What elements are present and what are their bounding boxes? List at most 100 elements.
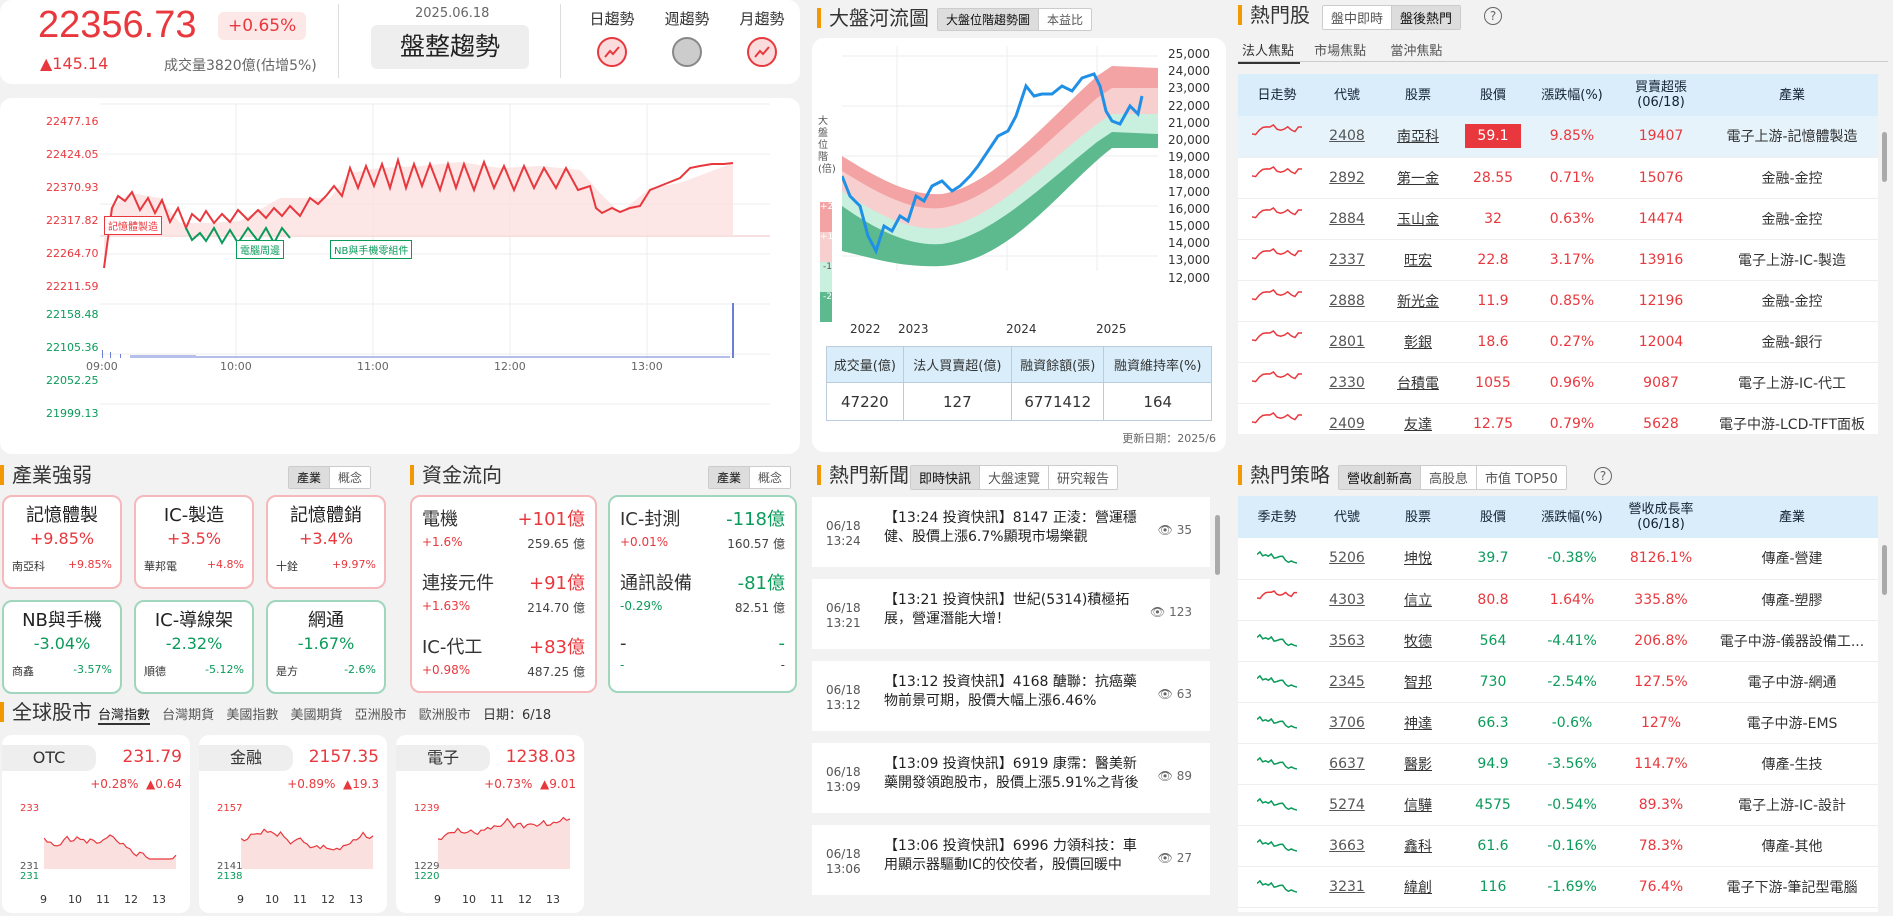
tab-news-flash[interactable]: 即時快訊 <box>911 466 980 489</box>
stock-code[interactable]: 2409 <box>1316 403 1378 434</box>
table-row[interactable]: 2408 南亞科 59.1 9.85% 19407 電子上游-記憶體製造 <box>1238 116 1878 158</box>
table-row[interactable]: 2884 玉山金 32 0.63% 14474 金融-金控 <box>1238 198 1878 240</box>
table-row[interactable]: 2892 第一金 28.55 0.71% 15076 金融-金控 <box>1238 157 1878 199</box>
col-header-sortable[interactable]: 營收成長率 (06/18) <box>1616 496 1706 538</box>
subtab-institutional[interactable]: 法人焦點 <box>1238 40 1301 64</box>
stock-name[interactable]: 醫影 <box>1378 743 1458 785</box>
industry-card[interactable]: 記憶體製 +9.85% 南亞科 +9.85% <box>2 495 122 589</box>
tab-tw-index[interactable]: 台灣指數 <box>98 708 151 725</box>
news-item[interactable]: 06/18 13:06 【13:06 投資快訊】6996 力領科技：車用顯示器驅動… <box>812 825 1210 895</box>
tab-industry[interactable]: 產業 <box>709 467 750 488</box>
flow-item[interactable]: 電機 +101億 +1.6% 259.65 億 <box>422 505 585 569</box>
stock-name[interactable]: 南亞科 <box>1378 116 1458 158</box>
stock-name[interactable]: 信驊 <box>1378 784 1458 826</box>
strategy-scrollbar[interactable] <box>1882 545 1887 595</box>
table-row[interactable]: 6637 醫影 94.9 -3.56% 114.7% 傳產-生技 <box>1238 743 1878 785</box>
stock-name[interactable]: 第一金 <box>1378 157 1458 199</box>
stock-code[interactable]: 3231 <box>1316 866 1378 908</box>
table-row[interactable]: 2801 彰銀 18.6 0.27% 12004 金融-銀行 <box>1238 321 1878 363</box>
subtab-daytrade[interactable]: 當沖焦點 <box>1380 40 1452 59</box>
news-item[interactable]: 06/18 13:21 【13:21 投資快訊】世紀(5314)積極拓展，營運潛能… <box>812 579 1210 649</box>
trend-tab-week[interactable]: 週趨勢 <box>657 8 717 67</box>
stock-name[interactable]: 緯創 <box>1378 866 1458 908</box>
stock-code[interactable]: 6637 <box>1316 743 1378 785</box>
trend-tab-day[interactable]: 日趨勢 <box>582 8 642 67</box>
stock-code[interactable]: 3706 <box>1316 702 1378 744</box>
tab-europe[interactable]: 歐洲股市 <box>419 708 471 723</box>
stock-code[interactable]: 2330 <box>1316 362 1378 404</box>
table-row[interactable]: 3663 鑫科 61.6 -0.16% 78.3% 傳產-其他 <box>1238 825 1878 867</box>
stock-name[interactable]: 坤悅 <box>1378 538 1458 580</box>
table-row[interactable]: 5274 信驊 4575 -0.54% 89.3% 電子上游-IC-設計 <box>1238 784 1878 826</box>
tab-river-trend[interactable]: 大盤位階趨勢圖 <box>938 9 1039 30</box>
stock-code[interactable]: 2408 <box>1316 116 1378 158</box>
stock-name[interactable]: 友達 <box>1378 403 1458 434</box>
industry-card[interactable]: 記憶體銷 +3.4% 十銓 +9.97% <box>266 495 386 589</box>
tab-news-research[interactable]: 研究報告 <box>1048 466 1118 489</box>
stock-code[interactable]: 2337 <box>1316 239 1378 281</box>
stock-code[interactable]: 2801 <box>1316 321 1378 363</box>
news-item[interactable]: 06/18 13:09 【13:09 投資快訊】6919 康霈：醫美新藥開發領跑股… <box>812 743 1210 813</box>
table-row[interactable]: 5206 坤悅 39.7 -0.38% 8126.1% 傳產-營建 <box>1238 538 1878 580</box>
flow-item[interactable]: 連接元件 +91億 +1.63% 214.70 億 <box>422 569 585 633</box>
global-index-card[interactable]: 金融 2157.35 +0.89% ▲19.3 2157 2141 2138 9 1… <box>199 735 387 913</box>
news-headline[interactable]: 【13:12 投資快訊】4168 醣聯：抗癌藥物前景可期，股價大幅上漲6.46% <box>884 673 1144 711</box>
table-row[interactable]: 4303 信立 80.8 1.64% 335.8% 傳產-塑膠 <box>1238 579 1878 621</box>
stock-code[interactable]: 2888 <box>1316 280 1378 322</box>
stock-name[interactable]: 台積電 <box>1378 362 1458 404</box>
stock-name[interactable]: 彰銀 <box>1378 321 1458 363</box>
flow-item[interactable]: IC-代工 +83億 +0.98% 487.25 億 <box>422 633 585 697</box>
stock-name[interactable]: 信立 <box>1378 579 1458 621</box>
industry-card[interactable]: NB與手機 -3.04% 商鑫 -3.57% <box>2 600 122 694</box>
industry-card[interactable]: 網通 -1.67% 是方 -2.6% <box>266 600 386 694</box>
stock-name[interactable]: 鑫科 <box>1378 825 1458 867</box>
tab-concept[interactable]: 概念 <box>749 467 791 488</box>
hot-scrollbar[interactable] <box>1882 132 1887 182</box>
stock-name[interactable]: 旺宏 <box>1378 239 1458 281</box>
stock-name[interactable]: 牧德 <box>1378 620 1458 662</box>
tab-concept[interactable]: 概念 <box>329 467 371 488</box>
tab-top50[interactable]: 市值 TOP50 <box>1476 466 1566 489</box>
annotation-computer[interactable]: 電腦周邊 <box>236 240 284 259</box>
news-item[interactable]: 06/18 13:12 【13:12 投資快訊】4168 醣聯：抗癌藥物前景可期，… <box>812 661 1210 731</box>
flow-item[interactable]: -- -- <box>620 633 785 697</box>
subtab-market[interactable]: 市場焦點 <box>1304 40 1376 59</box>
tab-hot-after[interactable]: 盤後熱門 <box>1391 6 1461 29</box>
tab-high-dividend[interactable]: 高股息 <box>1420 466 1477 489</box>
table-row[interactable]: 3231 緯創 116 -1.69% 76.4% 電子下游-筆記型電腦 <box>1238 866 1878 908</box>
stock-code[interactable]: 2345 <box>1316 661 1378 703</box>
stock-code[interactable]: 2892 <box>1316 157 1378 199</box>
news-scrollbar[interactable] <box>1215 515 1220 575</box>
industry-card[interactable]: IC-製造 +3.5% 華邦電 +4.8% <box>134 495 254 589</box>
stock-code[interactable]: 5206 <box>1316 538 1378 580</box>
flow-item[interactable]: 通訊設備 -81億 -0.29% 82.51 億 <box>620 569 785 633</box>
flow-item[interactable]: IC-封測 -118億 +0.01% 160.57 億 <box>620 505 785 569</box>
tab-us-index[interactable]: 美國指數 <box>226 708 278 723</box>
stock-name[interactable]: 神達 <box>1378 702 1458 744</box>
table-row[interactable]: 3706 神達 66.3 -0.6% 127% 電子中游-EMS <box>1238 702 1878 744</box>
stock-name[interactable]: 玉山金 <box>1378 198 1458 240</box>
tab-news-market[interactable]: 大盤速覽 <box>979 466 1049 489</box>
table-row[interactable]: 3563 牧德 564 -4.41% 206.8% 電子中游-儀器設備工... <box>1238 620 1878 662</box>
stock-code[interactable]: 5274 <box>1316 784 1378 826</box>
stock-code[interactable]: 2884 <box>1316 198 1378 240</box>
help-icon[interactable]: ? <box>1484 7 1502 25</box>
annotation-nb[interactable]: NB與手機零組件 <box>330 240 413 259</box>
industry-card[interactable]: IC-導線架 -2.32% 順德 -5.12% <box>134 600 254 694</box>
annotation-memory[interactable]: 記憶體製造 <box>104 216 162 235</box>
trend-tab-month[interactable]: 月趨勢 <box>732 8 792 67</box>
tab-industry[interactable]: 產業 <box>289 467 330 488</box>
tab-us-futures[interactable]: 美國期貨 <box>290 708 342 723</box>
global-index-card[interactable]: OTC 231.79 +0.28% ▲0.64 233 231 231 9 10 11… <box>2 735 190 913</box>
tab-hot-live[interactable]: 盤中即時 <box>1323 6 1392 29</box>
news-headline[interactable]: 【13:21 投資快訊】世紀(5314)積極拓展，營運潛能大增！ <box>884 591 1144 629</box>
col-header-sortable[interactable]: 買賣超張 (06/18) <box>1616 74 1706 116</box>
stock-name[interactable]: 智邦 <box>1378 661 1458 703</box>
stock-code[interactable]: 3663 <box>1316 825 1378 867</box>
table-row[interactable]: 2345 智邦 730 -2.54% 127.5% 電子中游-網通 <box>1238 661 1878 703</box>
stock-code[interactable]: 4303 <box>1316 579 1378 621</box>
table-row[interactable]: 2888 新光金 11.9 0.85% 12196 金融-金控 <box>1238 280 1878 322</box>
global-index-card[interactable]: 電子 1238.03 +0.73% ▲9.01 1239 1229 1220 9 1… <box>396 735 584 913</box>
tab-river-pe[interactable]: 本益比 <box>1038 9 1092 30</box>
tab-tw-futures[interactable]: 台灣期貨 <box>162 708 214 723</box>
